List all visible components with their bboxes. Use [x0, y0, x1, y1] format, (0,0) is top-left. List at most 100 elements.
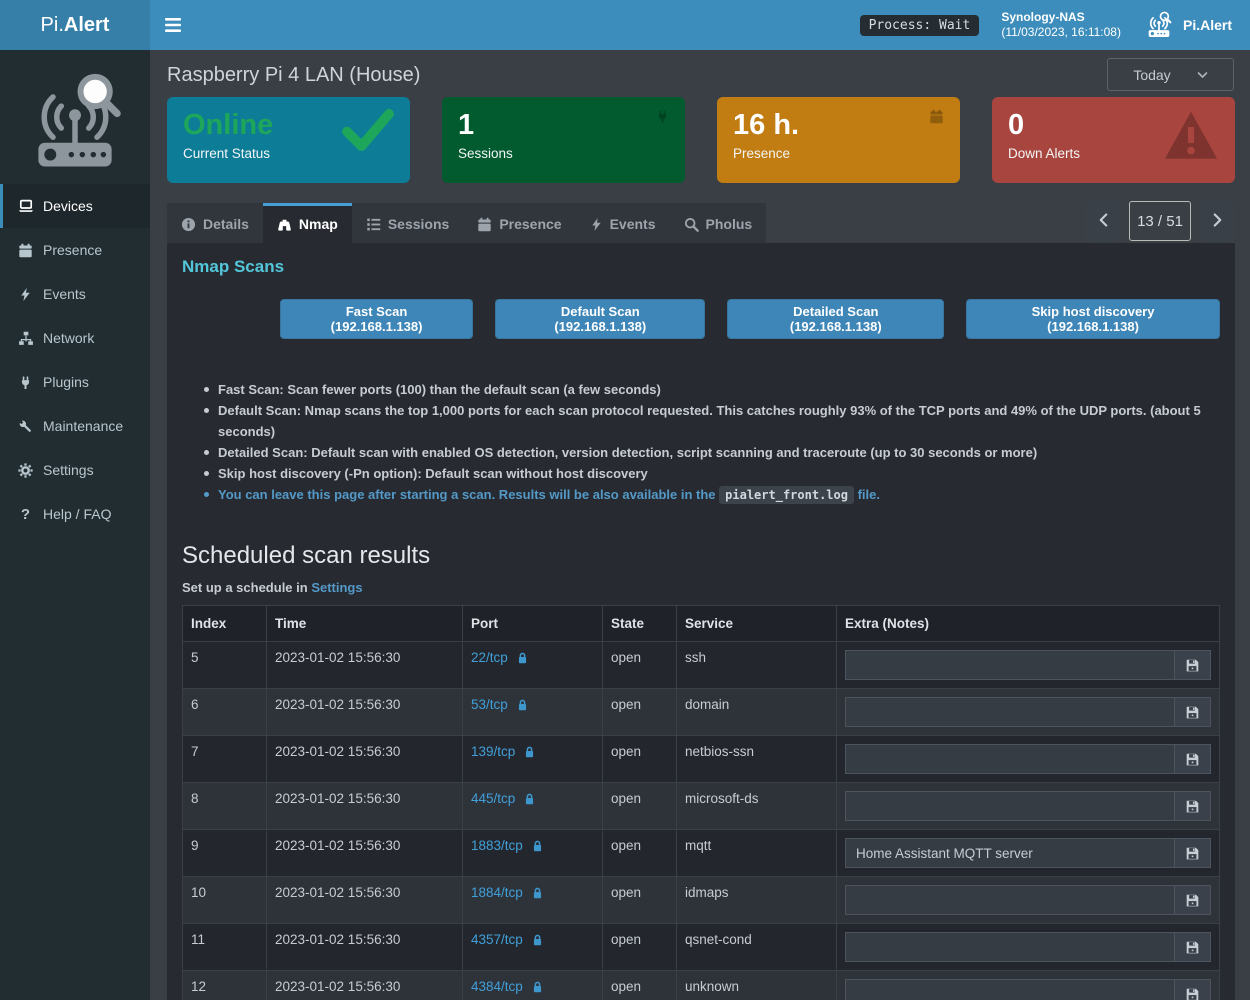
summary-card-current-status[interactable]: OnlineCurrent Status	[167, 97, 410, 183]
note-input[interactable]	[845, 885, 1174, 915]
cell-index: 5	[183, 642, 267, 689]
sidebar-item-label: Settings	[43, 462, 94, 478]
skip-host-discovery-button[interactable]: Skip host discovery (192.168.1.138)	[966, 299, 1220, 339]
wrench-icon	[17, 419, 34, 434]
detailed-scan-button[interactable]: Detailed Scan (192.168.1.138)	[727, 299, 944, 339]
scan-log-note: You can leave this page after starting a…	[202, 484, 1220, 506]
cell-state: open	[603, 736, 677, 783]
tab-details[interactable]: Details	[167, 203, 263, 243]
sidebar-item-label: Help / FAQ	[43, 506, 111, 522]
sidebar-item-help-faq[interactable]: ?Help / FAQ	[0, 492, 150, 536]
port-link[interactable]: 4357/tcp	[471, 932, 544, 947]
sidebar-item-network[interactable]: Network	[0, 316, 150, 360]
summary-card-down-alerts[interactable]: 0Down Alerts	[992, 97, 1235, 183]
tab-presence[interactable]: Presence	[463, 203, 575, 243]
cell-time: 2023-01-02 15:56:30	[267, 877, 463, 924]
brand-logo[interactable]: Pi.Alert	[0, 0, 150, 50]
default-scan-button[interactable]: Default Scan (192.168.1.138)	[495, 299, 705, 339]
save-button[interactable]	[1174, 979, 1211, 1000]
bolt-icon	[17, 287, 34, 302]
cell-time: 2023-01-02 15:56:30	[267, 971, 463, 1000]
cell-service: ssh	[677, 642, 837, 689]
card-label: Sessions	[458, 146, 669, 161]
note-input[interactable]	[845, 650, 1174, 680]
pager-prev-button[interactable]	[1085, 201, 1121, 241]
table-row: 82023-01-02 15:56:30445/tcpopenmicrosoft…	[183, 783, 1220, 830]
tab-bar: DetailsNmapSessionsPresenceEventsPholus …	[150, 183, 1250, 243]
save-button[interactable]	[1174, 650, 1211, 680]
cell-service: domain	[677, 689, 837, 736]
calendar-icon	[477, 217, 492, 232]
sidebar-item-presence[interactable]: Presence	[0, 228, 150, 272]
port-link[interactable]: 139/tcp	[471, 744, 536, 759]
sidebar-item-label: Events	[43, 286, 86, 302]
tab-sessions[interactable]: Sessions	[352, 203, 463, 243]
table-row: 92023-01-02 15:56:301883/tcpopenmqtt	[183, 830, 1220, 877]
lock-icon	[531, 886, 544, 900]
cell-index: 8	[183, 783, 267, 830]
sidebar-item-devices[interactable]: Devices	[0, 184, 150, 228]
cell-time: 2023-01-02 15:56:30	[267, 736, 463, 783]
user-menu[interactable]: Pi.Alert	[1143, 9, 1232, 41]
column-header-extra-notes: Extra (Notes)	[837, 606, 1220, 642]
sidebar-item-maintenance[interactable]: Maintenance	[0, 404, 150, 448]
column-header-time: Time	[267, 606, 463, 642]
table-row: 52023-01-02 15:56:3022/tcpopenssh	[183, 642, 1220, 689]
scheduled-results-title: Scheduled scan results	[182, 542, 1220, 570]
cell-state: open	[603, 877, 677, 924]
column-header-port: Port	[463, 606, 603, 642]
tab-nmap[interactable]: Nmap	[263, 203, 352, 243]
tab-pholus[interactable]: Pholus	[670, 203, 767, 243]
save-button[interactable]	[1174, 932, 1211, 962]
port-link[interactable]: 4384/tcp	[471, 979, 544, 994]
pager-next-button[interactable]	[1199, 201, 1235, 241]
settings-link[interactable]: Settings	[311, 580, 362, 595]
cell-state: open	[603, 783, 677, 830]
lock-icon	[516, 698, 529, 712]
check-icon	[342, 109, 394, 156]
tab-events[interactable]: Events	[576, 203, 670, 243]
cell-index: 9	[183, 830, 267, 877]
summary-card-sessions[interactable]: 1 Sessions	[442, 97, 685, 183]
save-button[interactable]	[1174, 838, 1211, 868]
sidebar-item-events[interactable]: Events	[0, 272, 150, 316]
sidebar-item-plugins[interactable]: Plugins	[0, 360, 150, 404]
user-label: Pi.Alert	[1183, 17, 1232, 33]
cell-service: mqtt	[677, 830, 837, 877]
server-time: (11/03/2023, 16:11:08)	[1001, 25, 1121, 40]
note-input[interactable]	[845, 932, 1174, 962]
hamburger-icon[interactable]	[150, 0, 196, 50]
note-input[interactable]	[845, 744, 1174, 774]
cell-state: open	[603, 689, 677, 736]
port-link[interactable]: 1884/tcp	[471, 885, 544, 900]
plug-icon	[17, 375, 34, 390]
summary-card-presence[interactable]: 16 h.Presence	[717, 97, 960, 183]
note-input[interactable]	[845, 979, 1174, 1000]
fast-scan-button[interactable]: Fast Scan (192.168.1.138)	[280, 299, 473, 339]
cell-index: 12	[183, 971, 267, 1000]
cell-time: 2023-01-02 15:56:30	[267, 830, 463, 877]
save-button[interactable]	[1174, 697, 1211, 727]
save-button[interactable]	[1174, 744, 1211, 774]
cell-note	[837, 877, 1220, 924]
chevron-down-icon	[1197, 71, 1208, 79]
column-header-index: Index	[183, 606, 267, 642]
note-input[interactable]	[845, 838, 1174, 868]
save-button[interactable]	[1174, 885, 1211, 915]
port-link[interactable]: 445/tcp	[471, 791, 536, 806]
port-link[interactable]: 22/tcp	[471, 650, 529, 665]
note-input[interactable]	[845, 697, 1174, 727]
sidebar-item-label: Devices	[43, 198, 93, 214]
sidebar-item-settings[interactable]: Settings	[0, 448, 150, 492]
scheduled-scan-table: IndexTimePortStateServiceExtra (Notes) 5…	[182, 605, 1220, 1000]
cell-note	[837, 830, 1220, 877]
card-value: 1	[458, 107, 669, 143]
port-link[interactable]: 1883/tcp	[471, 838, 544, 853]
lock-icon	[531, 839, 544, 853]
period-dropdown[interactable]: Today	[1107, 58, 1234, 91]
note-input[interactable]	[845, 791, 1174, 821]
save-button[interactable]	[1174, 791, 1211, 821]
note-text-after: file.	[854, 487, 880, 502]
chevron-right-icon	[1212, 212, 1223, 231]
port-link[interactable]: 53/tcp	[471, 697, 529, 712]
